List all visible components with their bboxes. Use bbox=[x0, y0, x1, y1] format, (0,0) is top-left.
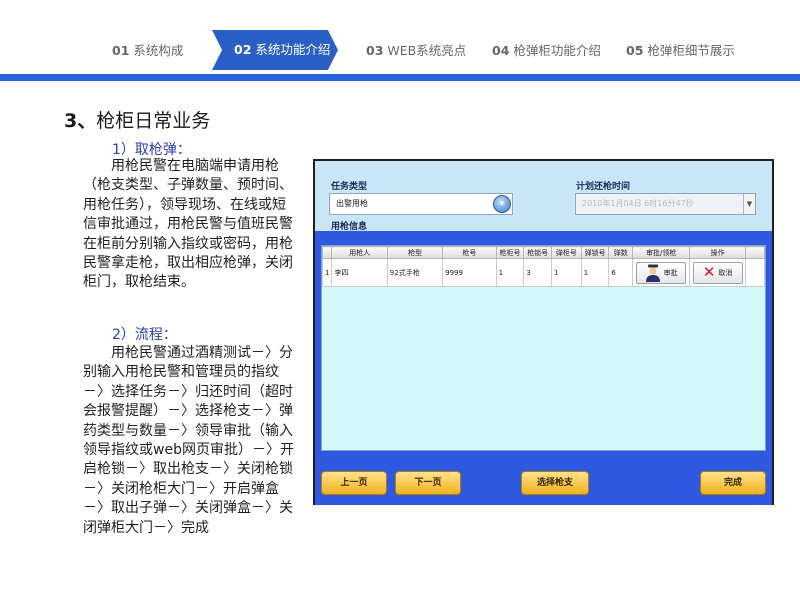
nav-item-label: WEB系统亮点 bbox=[387, 43, 467, 58]
nav-item-cabinet-functions[interactable]: 04 枪弹柜功能介绍 bbox=[492, 40, 601, 62]
part1-heading: 1）取枪弹： bbox=[112, 142, 191, 158]
part2-heading: 2）流程： bbox=[112, 327, 177, 343]
prev-page-button[interactable]: 上一页 bbox=[321, 471, 387, 495]
cell-filler bbox=[745, 258, 765, 287]
dropdown-arrow-icon[interactable]: ▼ bbox=[743, 194, 755, 214]
nav-item-cabinet-details[interactable]: 05 枪弹柜细节展示 bbox=[626, 40, 735, 62]
column-header[interactable]: 枪型 bbox=[386, 246, 444, 259]
task-type-label: 任务类型 bbox=[331, 182, 368, 192]
task-type-select[interactable]: 出警用枪 ▾ bbox=[329, 193, 513, 215]
top-navigation: 01 系统构成 02 系统功能介绍 03 WEB系统亮点 04 枪弹柜功能介绍 … bbox=[0, 0, 800, 81]
officer-avatar-icon bbox=[645, 264, 660, 282]
nav-item-label: 系统功能介绍 bbox=[255, 42, 331, 57]
table-row[interactable]: 1 李四 92式手枪 9999 1 3 1 1 6 审批 ✕ 取消 bbox=[322, 258, 765, 287]
cell-user: 李四 bbox=[331, 258, 388, 287]
nav-item-web-highlights[interactable]: 03 WEB系统亮点 bbox=[366, 40, 466, 62]
table-header-row: 用枪人 枪型 枪号 枪柜号 枪锁号 弹柜号 弹锁号 弹数 审批/领枪 操作 bbox=[322, 246, 765, 259]
chevron-down-icon[interactable]: ▾ bbox=[493, 195, 511, 213]
nav-item-number: 05 bbox=[626, 43, 644, 58]
gun-info-grid: 用枪人 枪型 枪号 枪柜号 枪锁号 弹柜号 弹锁号 弹数 审批/领枪 操作 1 … bbox=[321, 245, 766, 451]
cell-cabinet: 1 bbox=[495, 258, 525, 287]
gun-request-window: 任务类型 出警用枪 ▾ 计划还枪时间 2010年1月04日 6时16分47秒 ▼… bbox=[313, 159, 774, 505]
return-time-picker[interactable]: 2010年1月04日 6时16分47秒 ▼ bbox=[575, 193, 756, 215]
select-gun-button[interactable]: 选择枪支 bbox=[521, 471, 589, 495]
column-header[interactable]: 枪锁号 bbox=[523, 246, 553, 259]
task-type-value: 出警用枪 bbox=[336, 199, 368, 208]
nav-item-system-functions[interactable]: 02 系统功能介绍 bbox=[212, 30, 338, 70]
nav-item-number: 02 bbox=[234, 42, 252, 57]
section-number: 3、 bbox=[64, 110, 97, 132]
cancel-button[interactable]: ✕ 取消 bbox=[692, 261, 743, 284]
part1-paragraph: 用枪民警在电脑端申请用枪（枪支类型、子弹数量、预时间、用枪任务），领导现场、在线… bbox=[83, 158, 293, 291]
cancel-label: 取消 bbox=[718, 268, 733, 277]
section-title-text: 枪柜日常业务 bbox=[96, 110, 211, 132]
row-index: 1 bbox=[322, 258, 333, 287]
nav-item-system-structure[interactable]: 01 系统构成 bbox=[112, 40, 183, 62]
column-header[interactable]: 用枪人 bbox=[331, 246, 388, 259]
cell-gun-number: 9999 bbox=[442, 258, 497, 287]
nav-item-number: 04 bbox=[492, 43, 510, 58]
cell-operation: ✕ 取消 bbox=[689, 258, 747, 287]
column-header[interactable]: 审批/领枪 bbox=[632, 246, 691, 259]
cell-ammo-lock: 1 bbox=[580, 258, 610, 287]
close-icon: ✕ bbox=[702, 263, 716, 281]
done-button[interactable]: 完成 bbox=[700, 471, 766, 495]
nav-item-label: 枪弹柜细节展示 bbox=[647, 43, 735, 58]
cell-ammo-count: 6 bbox=[608, 258, 634, 287]
return-time-label: 计划还枪时间 bbox=[576, 182, 631, 192]
cell-gun-type: 92式手枪 bbox=[386, 258, 444, 287]
column-header[interactable]: 弹数 bbox=[608, 246, 634, 259]
nav-divider-bar bbox=[0, 74, 800, 81]
column-header[interactable]: 弹锁号 bbox=[580, 246, 610, 259]
column-header bbox=[322, 246, 333, 259]
cell-approve: 审批 bbox=[632, 258, 691, 287]
approve-button[interactable]: 审批 bbox=[636, 261, 687, 284]
form-header-area: 任务类型 出警用枪 ▾ 计划还枪时间 2010年1月04日 6时16分47秒 ▼… bbox=[315, 161, 772, 232]
next-page-button[interactable]: 下一页 bbox=[395, 471, 461, 495]
gun-info-table: 用枪人 枪型 枪号 枪柜号 枪锁号 弹柜号 弹锁号 弹数 审批/领枪 操作 1 … bbox=[322, 246, 765, 287]
column-header-filler bbox=[745, 246, 765, 259]
part2-paragraph: 用枪民警通过酒精测试－〉分别输入用枪民警和管理员的指纹－〉选择任务－〉归还时间（… bbox=[83, 345, 294, 536]
column-header[interactable]: 枪柜号 bbox=[495, 246, 525, 259]
section-title: 3、枪柜日常业务 bbox=[64, 106, 210, 133]
return-time-value: 2010年1月04日 6时16分47秒 bbox=[582, 199, 694, 208]
gun-info-label: 用枪信息 bbox=[331, 222, 368, 232]
column-header[interactable]: 操作 bbox=[689, 246, 747, 259]
nav-item-label: 枪弹柜功能介绍 bbox=[513, 43, 601, 58]
column-header[interactable]: 弹柜号 bbox=[551, 246, 582, 259]
nav-item-label: 系统构成 bbox=[133, 43, 184, 58]
bottom-toolbar: 上一页 下一页 选择枪支 完成 bbox=[315, 461, 772, 505]
nav-item-number: 01 bbox=[112, 43, 130, 58]
approve-label: 审批 bbox=[663, 268, 678, 277]
cell-ammo-cabinet: 1 bbox=[551, 258, 582, 287]
column-header[interactable]: 枪号 bbox=[442, 246, 497, 259]
cell-gun-lock: 3 bbox=[523, 258, 553, 287]
nav-item-number: 03 bbox=[366, 43, 384, 58]
